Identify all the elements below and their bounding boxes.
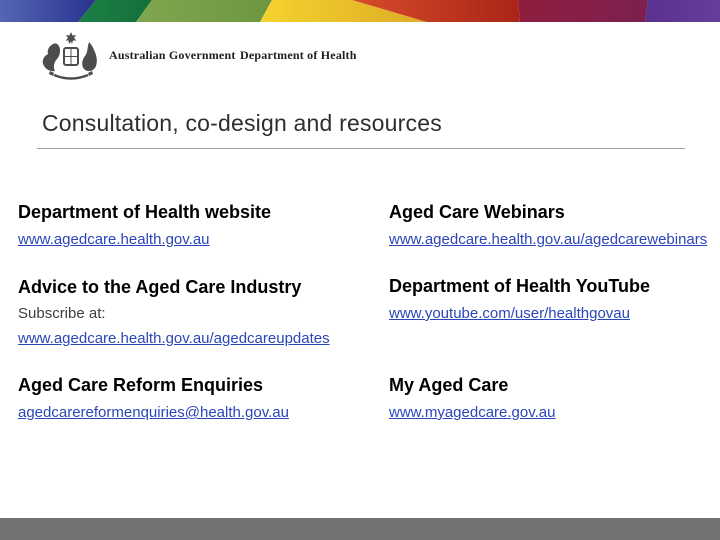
banner-color-bar (0, 0, 720, 22)
resource-heading: Department of Health YouTube (389, 276, 651, 296)
resource-block-doh-website: Department of Health website www.agedcar… (18, 201, 363, 249)
logo-line-department: Department of Health (239, 48, 357, 62)
title-rule (37, 148, 685, 149)
resource-heading: Aged Care Webinars (389, 202, 565, 222)
resource-heading: My Aged Care (389, 375, 509, 395)
resource-block-webinars: Aged Care Webinars www.agedcare.health.g… (389, 201, 714, 249)
resource-block-reform-enquiries: Aged Care Reform Enquiries agedcarerefor… (18, 374, 363, 422)
coat-of-arms-icon (38, 31, 104, 81)
resource-link[interactable]: www.agedcare.health.gov.au/agedcareupdat… (18, 330, 330, 348)
resource-link[interactable]: agedcarereformenquiries@health.gov.au (18, 404, 289, 422)
resource-note: Subscribe at: (18, 305, 106, 322)
resource-heading: Advice to the Aged Care Industry (18, 277, 302, 297)
logo-line-government: Australian Government (109, 48, 236, 62)
resource-link[interactable]: www.agedcare.health.gov.au/agedcarewebin… (389, 231, 707, 249)
government-logo-text: Australian Government Department of Heal… (109, 31, 357, 81)
resource-block-my-aged-care: My Aged Care www.myagedcare.gov.au (389, 374, 714, 422)
footer-bar (0, 518, 720, 540)
resource-heading: Department of Health website (18, 202, 272, 222)
resource-block-industry-advice: Advice to the Aged Care Industry Subscri… (18, 276, 363, 348)
resource-block-youtube: Department of Health YouTube www.youtube… (389, 275, 714, 323)
resource-link[interactable]: www.myagedcare.gov.au (389, 404, 555, 422)
page-title: Consultation, co-design and resources (42, 110, 442, 136)
resource-link[interactable]: www.youtube.com/user/healthgovau (389, 305, 630, 323)
resource-link[interactable]: www.agedcare.health.gov.au (18, 231, 210, 249)
government-logo: Australian Government Department of Heal… (38, 31, 357, 81)
resource-heading: Aged Care Reform Enquiries (18, 375, 264, 395)
